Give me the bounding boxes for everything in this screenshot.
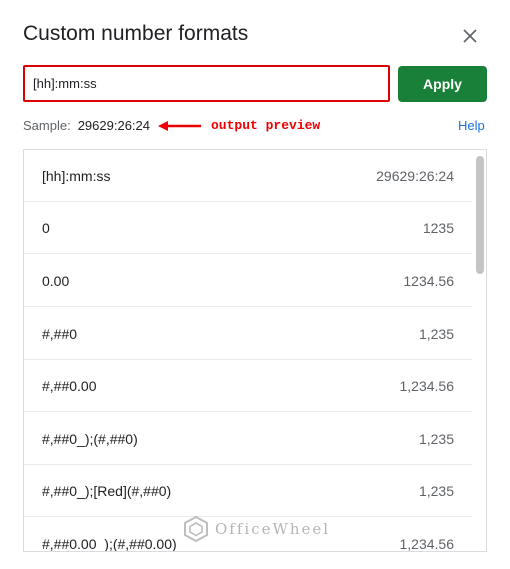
format-row[interactable]: #,##0.00 1,234.56 [24,360,472,412]
close-button[interactable] [458,24,482,48]
officewheel-logo-icon [184,515,208,543]
list-scrollbar[interactable] [476,156,484,274]
format-input[interactable] [23,65,390,102]
format-preview: 1,235 [418,430,454,447]
apply-button[interactable]: Apply [398,66,487,102]
format-pattern: #,##0_);(#,##0) [42,430,138,447]
output-preview-annotation: output preview [211,118,321,133]
format-preview: 1,235 [418,482,454,499]
format-row[interactable]: [hh]:mm:ss 29629:26:24 [24,150,472,202]
format-row[interactable]: 0 1235 [24,202,472,254]
format-row[interactable]: #,##0_);(#,##0) 1,235 [24,413,472,465]
arrow-left-icon [158,120,201,131]
help-link[interactable]: Help [458,118,485,133]
format-row[interactable]: 0.00 1234.56 [24,255,472,307]
format-preview: 1,235 [418,325,454,342]
format-preview: 1235 [422,219,454,236]
watermark: OfficeWheel [183,515,330,543]
format-preview: 1,234.56 [399,377,455,394]
format-pattern: #,##0.00 [42,377,97,394]
format-pattern: #,##0.00_);(#,##0.00) [42,535,177,552]
format-preview: 1234.56 [403,272,454,289]
format-pattern: #,##0 [42,325,78,342]
format-row[interactable]: #,##0_);[Red](#,##0) 1,235 [24,465,472,517]
sample-label: Sample: [23,118,71,133]
format-row[interactable]: #,##0 1,235 [24,308,472,360]
format-pattern: [hh]:mm:ss [42,167,111,184]
format-pattern: 0 [42,219,50,236]
format-pattern: #,##0_);[Red](#,##0) [42,482,172,499]
format-pattern: 0.00 [42,272,70,289]
sample-value: 29629:26:24 [77,118,150,133]
format-preview: 29629:26:24 [376,167,454,184]
dialog-title: Custom number formats [23,22,249,45]
watermark-text: OfficeWheel [215,520,331,538]
format-preview: 1,234.56 [399,535,455,552]
format-list: [hh]:mm:ss 29629:26:24 0 1235 0.00 1234.… [23,149,487,552]
sample-row: Sample: 29629:26:24 output preview [23,118,320,133]
close-icon [463,29,477,43]
